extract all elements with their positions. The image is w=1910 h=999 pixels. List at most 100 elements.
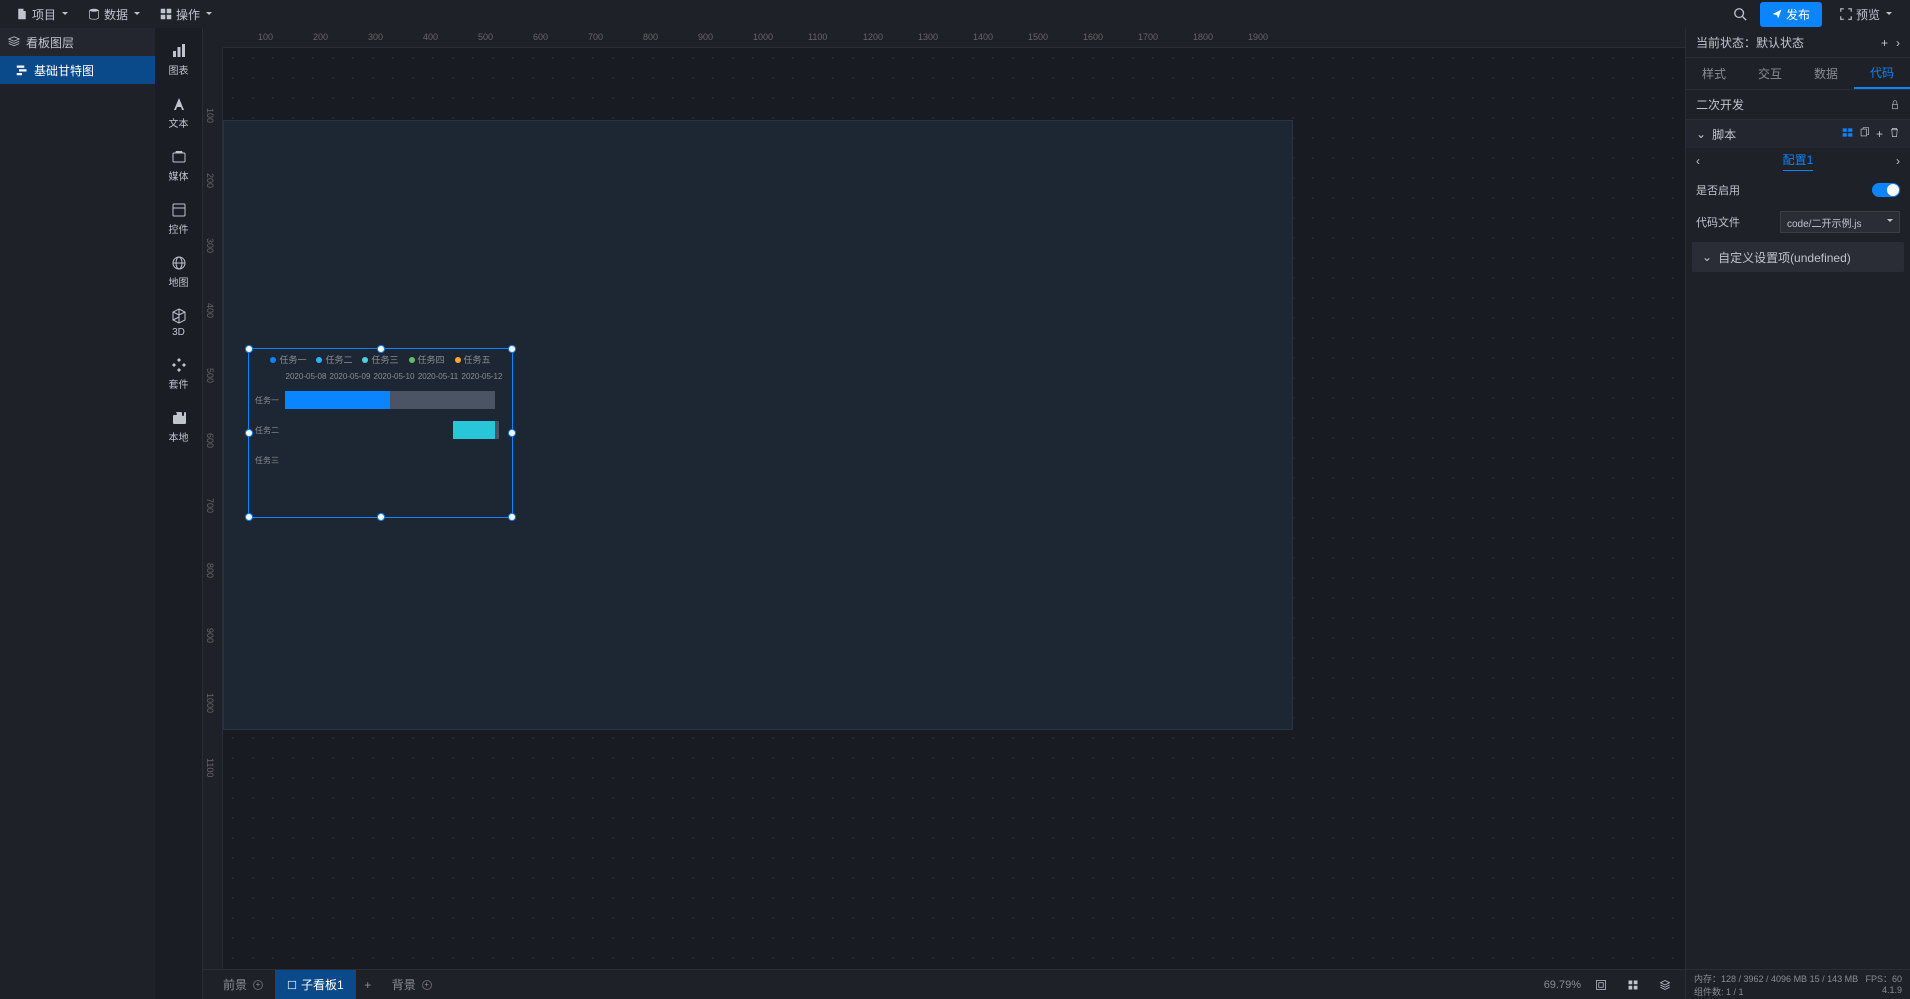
current-state-value: 默认状态: [1756, 36, 1804, 50]
ruler-tick: 600: [533, 32, 548, 42]
menu-operation-label: 操作: [176, 6, 200, 23]
gantt-icon: [16, 64, 28, 76]
layer-item-gantt[interactable]: 基础甘特图: [0, 56, 155, 84]
database-icon: [88, 8, 100, 20]
gantt-bar: [453, 421, 495, 439]
ruler-horizontal[interactable]: 1002003004005006007008009001000110012001…: [223, 28, 1685, 48]
codefile-select[interactable]: code/二开示例.js: [1780, 211, 1900, 233]
rp-custom-settings[interactable]: ⌄ 自定义设置项(undefined): [1692, 242, 1904, 272]
scroll-right-button[interactable]: ›: [1896, 154, 1900, 168]
ruler-tick: 100: [205, 108, 215, 123]
legend-dot: [455, 357, 461, 363]
expand-icon: [1840, 8, 1852, 20]
tool-control[interactable]: 控件: [155, 195, 202, 242]
ruler-tick: 200: [205, 173, 215, 188]
ruler-tick: 400: [205, 303, 215, 318]
add-state-button[interactable]: +: [1881, 36, 1888, 50]
current-state-text: 当前状态：默认状态: [1696, 34, 1804, 51]
layers-toggle-button[interactable]: [1653, 973, 1677, 997]
copy-icon[interactable]: [1859, 127, 1870, 138]
resize-handle-tl[interactable]: [245, 345, 253, 353]
state-arrow-button[interactable]: ›: [1896, 36, 1900, 50]
list-icon[interactable]: [1842, 127, 1853, 138]
ruler-tick: 700: [205, 498, 215, 513]
fit-button[interactable]: [1589, 973, 1613, 997]
canvas-viewport[interactable]: 任务一任务二任务三任务四任务五 2020-05-082020-05-092020…: [223, 48, 1685, 969]
status-version: 4.1.9: [1882, 985, 1902, 998]
bottom-right-controls: 69.79%: [1544, 973, 1677, 997]
chevron-down-icon: [1885, 217, 1893, 228]
scroll-left-button[interactable]: ‹: [1696, 154, 1700, 168]
resize-handle-tm[interactable]: [377, 345, 385, 353]
gantt-dates: 2020-05-082020-05-092020-05-102020-05-11…: [285, 372, 506, 381]
menu-data[interactable]: 数据: [80, 2, 148, 27]
gantt-date: 2020-05-09: [329, 372, 371, 381]
rp-tab-code[interactable]: 代码: [1854, 58, 1910, 89]
left-panel: 看板图层 基础甘特图: [0, 28, 155, 999]
ruler-tick: 1800: [1193, 32, 1213, 42]
ruler-tick: 1900: [1248, 32, 1268, 42]
enable-toggle[interactable]: [1872, 183, 1900, 197]
canvas-icon: [287, 980, 297, 990]
trash-icon[interactable]: [1889, 127, 1900, 138]
grid-toggle-button[interactable]: [1621, 973, 1645, 997]
rp-section-header: 二次开发: [1686, 90, 1910, 120]
rp-config-tab-1[interactable]: 配置1: [1783, 151, 1814, 171]
ruler-vertical[interactable]: 10020030040050060070080090010001100: [203, 48, 223, 969]
resize-handle-br[interactable]: [508, 513, 516, 521]
gantt-legend: 任务一任务二任务三任务四任务五: [255, 353, 506, 366]
tool-3d[interactable]: 3D: [155, 301, 202, 344]
resize-handle-mr[interactable]: [508, 429, 516, 437]
gantt-date: 2020-05-12: [461, 372, 503, 381]
legend-item: 任务二: [316, 353, 352, 366]
rp-tab-style[interactable]: 样式: [1686, 58, 1742, 89]
lock-icon[interactable]: [1890, 100, 1900, 110]
rp-tab-data[interactable]: 数据: [1798, 58, 1854, 89]
state-actions: + ›: [1881, 36, 1900, 50]
tool-map[interactable]: 地图: [155, 248, 202, 295]
gantt-bar: [495, 421, 499, 439]
puzzle-icon: [170, 409, 188, 427]
publish-button[interactable]: 发布: [1760, 2, 1822, 27]
tab-background[interactable]: 背景 +: [380, 970, 444, 999]
tool-text[interactable]: 文本: [155, 89, 202, 136]
cube-icon: [170, 307, 188, 325]
tool-chart[interactable]: 图表: [155, 36, 202, 83]
resize-handle-bl[interactable]: [245, 513, 253, 521]
tool-suite[interactable]: 套件: [155, 350, 202, 397]
legend-item: 任务三: [362, 353, 398, 366]
preview-button[interactable]: 预览: [1830, 2, 1902, 27]
add-script-button[interactable]: +: [1876, 127, 1883, 141]
chevron-down-icon: [1884, 7, 1892, 21]
legend-label: 任务四: [418, 353, 445, 366]
rp-config-tab-label: 配置1: [1783, 151, 1814, 168]
tab-add-button[interactable]: +: [356, 973, 380, 997]
search-button[interactable]: [1728, 2, 1752, 26]
bottom-tabs: 前景 + 子看板1 + 背景 + 69.79%: [203, 969, 1685, 999]
ruler-tick: 400: [423, 32, 438, 42]
menu-operation[interactable]: 操作: [152, 2, 220, 27]
rp-script-header[interactable]: ⌄ 脚本 +: [1686, 120, 1910, 148]
selected-gantt-widget[interactable]: 任务一任务二任务三任务四任务五 2020-05-082020-05-092020…: [248, 348, 513, 518]
ruler-tick: 1100: [205, 758, 215, 777]
ruler-tick: 800: [643, 32, 658, 42]
current-state-label: 当前状态：: [1696, 36, 1756, 50]
menu-project[interactable]: 项目: [8, 2, 76, 27]
gantt-task-label: 任务一: [255, 395, 285, 406]
ruler-tick: 100: [258, 32, 273, 42]
ruler-tick: 600: [205, 433, 215, 448]
media-icon: [170, 148, 188, 166]
tool-media[interactable]: 媒体: [155, 142, 202, 189]
gantt-bar: [390, 391, 495, 409]
tool-suite-label: 套件: [169, 376, 189, 391]
gantt-chart: 任务一任务二任务三任务四任务五 2020-05-082020-05-092020…: [249, 349, 512, 517]
tab-foreground[interactable]: 前景 +: [211, 970, 275, 999]
resize-handle-bm[interactable]: [377, 513, 385, 521]
tab-sub-canvas[interactable]: 子看板1: [275, 970, 356, 999]
resize-handle-ml[interactable]: [245, 429, 253, 437]
rp-tab-interact[interactable]: 交互: [1742, 58, 1798, 89]
layer-item-label: 基础甘特图: [34, 62, 94, 79]
resize-handle-tr[interactable]: [508, 345, 516, 353]
tool-local[interactable]: 本地: [155, 403, 202, 450]
legend-dot: [316, 357, 322, 363]
